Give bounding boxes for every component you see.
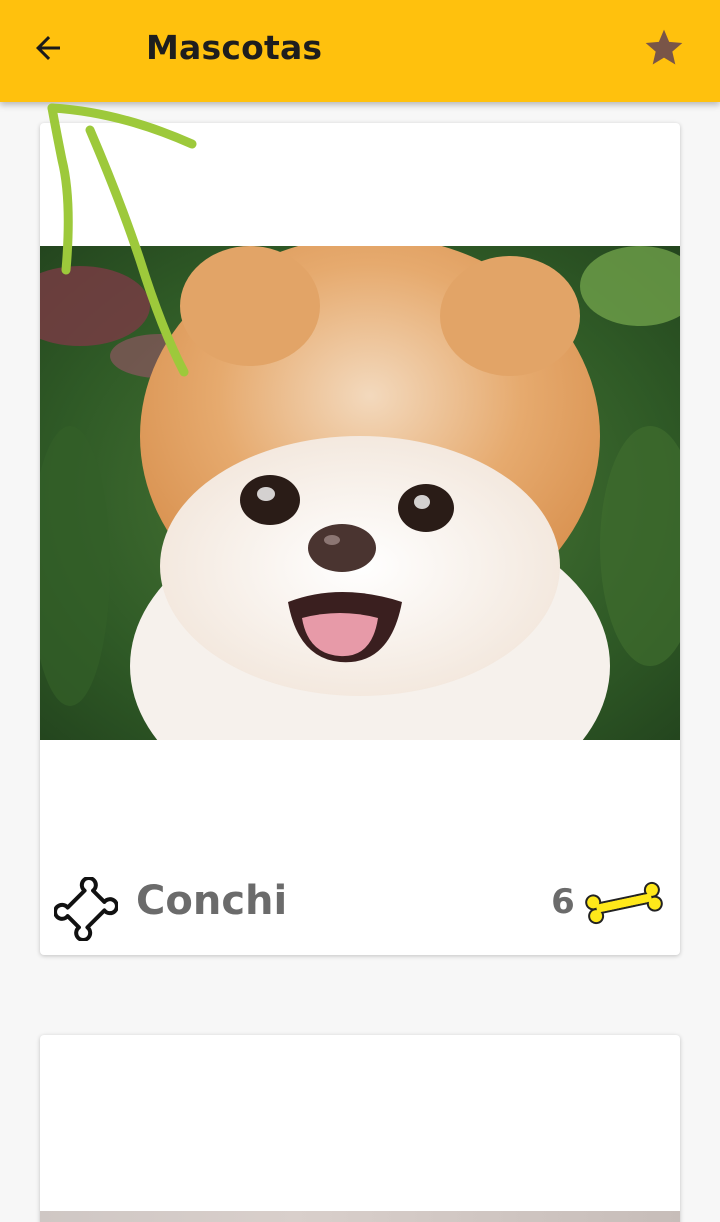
bone-outline-icon — [54, 877, 118, 941]
pet-photo — [40, 1211, 680, 1222]
page-title: Mascotas — [146, 28, 323, 67]
yellow-bone-icon[interactable] — [582, 881, 666, 925]
pet-card[interactable] — [40, 1035, 680, 1222]
pet-card-footer: Conchi 6 — [40, 863, 680, 943]
app-toolbar: Mascotas — [0, 0, 720, 102]
pet-card[interactable]: Conchi 6 — [40, 123, 680, 955]
pet-photo — [40, 246, 680, 740]
pet-name: Conchi — [136, 878, 288, 924]
pet-list[interactable]: Conchi 6 — [0, 102, 720, 1222]
arrow-back-icon — [36, 36, 60, 60]
star-icon — [645, 29, 683, 65]
back-button[interactable] — [24, 24, 72, 72]
like-count: 6 — [551, 882, 575, 922]
favorites-button[interactable] — [636, 20, 692, 76]
